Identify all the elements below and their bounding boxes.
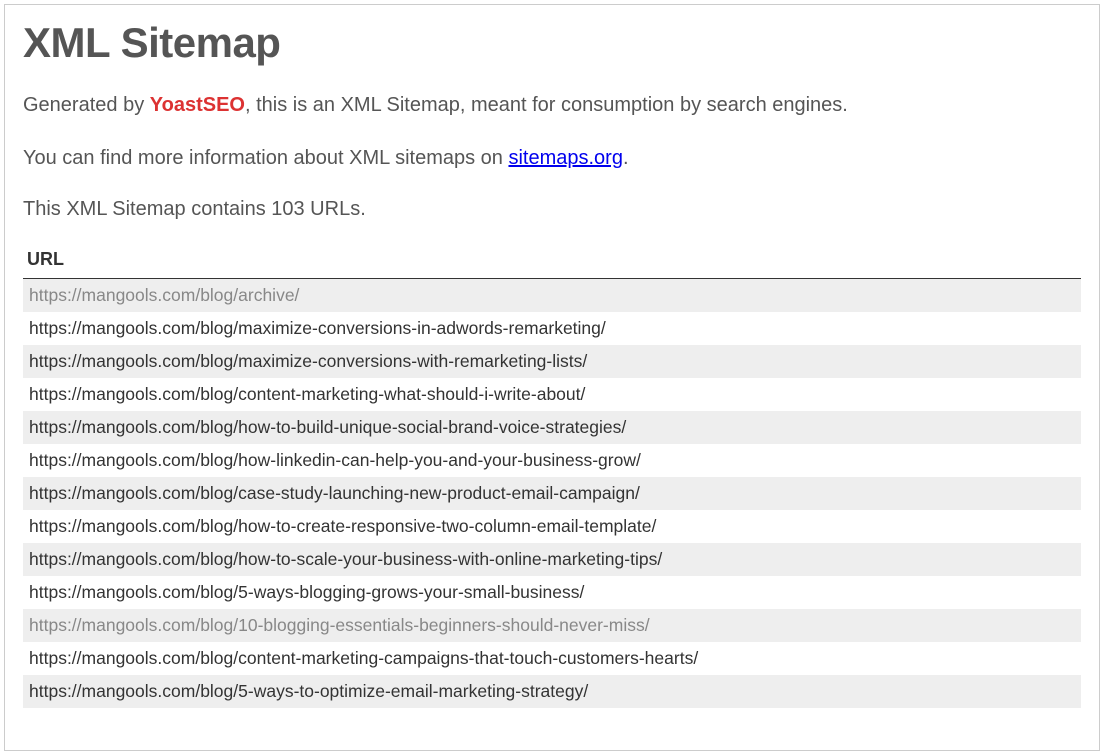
info-suffix: . (623, 147, 629, 169)
table-row: https://mangools.com/blog/content-market… (23, 642, 1081, 675)
url-cell[interactable]: https://mangools.com/blog/archive/ (23, 279, 1081, 313)
table-row: https://mangools.com/blog/archive/ (23, 279, 1081, 313)
table-row: https://mangools.com/blog/how-to-create-… (23, 510, 1081, 543)
intro-prefix: Generated by (23, 94, 150, 116)
info-prefix: You can find more information about XML … (23, 147, 508, 169)
url-cell[interactable]: https://mangools.com/blog/how-to-build-u… (23, 411, 1081, 444)
table-row: https://mangools.com/blog/maximize-conve… (23, 312, 1081, 345)
table-row: https://mangools.com/blog/case-study-lau… (23, 477, 1081, 510)
intro-text: Generated by YoastSEO, this is an XML Si… (23, 91, 1081, 119)
sitemaps-org-link[interactable]: sitemaps.org (508, 147, 623, 169)
yoast-link[interactable]: YoastSEO (150, 94, 245, 116)
url-cell[interactable]: https://mangools.com/blog/10-blogging-es… (23, 609, 1081, 642)
url-cell[interactable]: https://mangools.com/blog/content-market… (23, 642, 1081, 675)
url-cell[interactable]: https://mangools.com/blog/maximize-conve… (23, 345, 1081, 378)
table-row: https://mangools.com/blog/how-linkedin-c… (23, 444, 1081, 477)
table-row: https://mangools.com/blog/10-blogging-es… (23, 609, 1081, 642)
url-cell[interactable]: https://mangools.com/blog/content-market… (23, 378, 1081, 411)
info-text: You can find more information about XML … (23, 147, 1081, 170)
table-row: https://mangools.com/blog/5-ways-to-opti… (23, 675, 1081, 708)
url-cell[interactable]: https://mangools.com/blog/how-linkedin-c… (23, 444, 1081, 477)
table-row: https://mangools.com/blog/how-to-scale-y… (23, 543, 1081, 576)
table-row: https://mangools.com/blog/5-ways-bloggin… (23, 576, 1081, 609)
url-cell[interactable]: https://mangools.com/blog/maximize-conve… (23, 312, 1081, 345)
url-cell[interactable]: https://mangools.com/blog/5-ways-bloggin… (23, 576, 1081, 609)
url-cell[interactable]: https://mangools.com/blog/case-study-lau… (23, 477, 1081, 510)
url-cell[interactable]: https://mangools.com/blog/how-to-create-… (23, 510, 1081, 543)
sitemap-table: URL https://mangools.com/blog/archive/ht… (23, 243, 1081, 708)
url-header: URL (23, 243, 1081, 279)
sitemap-container: XML Sitemap Generated by YoastSEO, this … (4, 4, 1100, 751)
table-row: https://mangools.com/blog/content-market… (23, 378, 1081, 411)
url-count: This XML Sitemap contains 103 URLs. (23, 198, 1081, 221)
url-cell[interactable]: https://mangools.com/blog/how-to-scale-y… (23, 543, 1081, 576)
url-cell[interactable]: https://mangools.com/blog/5-ways-to-opti… (23, 675, 1081, 708)
page-title: XML Sitemap (23, 19, 1081, 67)
table-row: https://mangools.com/blog/how-to-build-u… (23, 411, 1081, 444)
intro-middle: , this is an XML Sitemap, meant for cons… (245, 94, 848, 116)
table-row: https://mangools.com/blog/maximize-conve… (23, 345, 1081, 378)
